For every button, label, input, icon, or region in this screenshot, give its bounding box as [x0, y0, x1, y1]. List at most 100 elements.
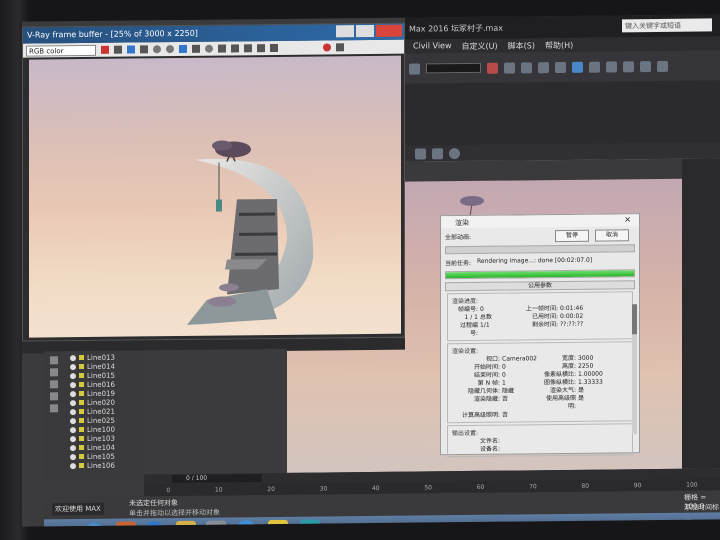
total-animation-label: 全部动画: — [445, 233, 472, 242]
visibility-icon[interactable] — [70, 426, 76, 433]
maximize-button[interactable] — [356, 24, 374, 38]
ribbon-icon[interactable] — [538, 61, 549, 73]
visibility-icon[interactable] — [70, 453, 76, 460]
total-progress-bar — [445, 244, 635, 255]
cancel-button[interactable]: 取消 — [595, 229, 629, 242]
render-icon[interactable] — [623, 60, 634, 72]
visibility-icon[interactable] — [70, 363, 76, 370]
channel-dropdown[interactable]: RGB color — [26, 44, 96, 57]
layer-icon[interactable] — [50, 404, 58, 413]
rendered-frame-icon[interactable] — [606, 60, 617, 73]
select-link-icon[interactable] — [409, 62, 420, 75]
track-mouse-icon[interactable] — [231, 44, 239, 53]
layer-manager-icon[interactable] — [521, 61, 532, 73]
vfb-title: V-Ray frame buffer - [25% of 3000 x 2250… — [27, 28, 198, 40]
vray-frame-buffer-window[interactable]: V-Ray frame buffer - [25% of 3000 x 2250… — [22, 22, 405, 342]
teapot-icon[interactable] — [640, 60, 651, 72]
curve-editor-icon[interactable] — [555, 61, 566, 73]
filter-icon[interactable] — [50, 368, 58, 377]
color-clamp-icon[interactable] — [166, 45, 174, 54]
mirror-icon[interactable] — [487, 62, 498, 74]
light-icon — [79, 391, 84, 397]
main-toolbar — [405, 50, 720, 84]
current-task-text: Rendering image...: done [00:02:07.0] — [477, 256, 593, 265]
menu-scripting[interactable]: 脚本(S) — [508, 40, 535, 50]
viewport-shading-icon[interactable] — [432, 147, 443, 159]
scroll-thumb[interactable] — [632, 304, 637, 335]
common-parameters-rollout[interactable]: 公用参数 — [445, 280, 635, 292]
light-icon — [79, 409, 84, 415]
light-icon — [79, 454, 84, 460]
duplicate-icon[interactable] — [218, 44, 226, 53]
progress-fill — [446, 270, 634, 279]
region-render-icon[interactable] — [244, 44, 252, 53]
load-icon[interactable] — [192, 44, 200, 53]
menu-help[interactable]: 帮助(H) — [545, 40, 573, 50]
render-last-icon[interactable] — [270, 43, 278, 53]
visibility-icon[interactable] — [70, 354, 76, 361]
light-icon — [79, 436, 84, 442]
light-icon — [79, 400, 84, 406]
sort-icon[interactable] — [50, 380, 58, 389]
current-task-label: 当前任务: — [445, 259, 472, 268]
clear-icon[interactable] — [205, 44, 213, 53]
left-viewport[interactable] — [144, 348, 287, 475]
light-icon — [79, 373, 84, 379]
rendered-image — [29, 55, 401, 338]
visibility-icon[interactable] — [70, 444, 76, 451]
menu-customize[interactable]: 自定义(U) — [462, 41, 498, 51]
help-icon[interactable] — [449, 147, 460, 159]
list-item[interactable]: Line106 — [44, 460, 144, 470]
find-icon[interactable] — [50, 392, 58, 401]
search-input[interactable]: 键入关键字或短语 — [622, 18, 712, 33]
visibility-icon[interactable] — [70, 381, 76, 388]
rendering-dialog[interactable]: 渲染 ✕ 暂停 取消 全部动画: 当前任务: Rendering image..… — [440, 213, 640, 458]
minimize-button[interactable] — [336, 25, 354, 38]
material-editor-icon[interactable] — [572, 61, 583, 73]
maxscript-listener[interactable]: 欢迎使用 MAX — [52, 502, 104, 516]
red-channel-icon[interactable] — [101, 45, 109, 54]
visibility-icon[interactable] — [70, 408, 76, 415]
visibility-icon[interactable] — [70, 372, 76, 379]
light-icon — [79, 382, 84, 388]
pause-button[interactable]: 暂停 — [555, 229, 589, 243]
green-channel-icon[interactable] — [114, 45, 122, 54]
selection-status: 未选定任何对象 — [129, 499, 178, 508]
frame-counter[interactable]: 0 / 100 — [172, 474, 262, 484]
selection-set-dropdown[interactable] — [426, 62, 481, 74]
menu-civil-view[interactable]: Civil View — [413, 41, 452, 51]
render-progress-group: 渲染进度: 帧编号: 0 上一帧时间: 0:01:46 1 / 1 总数 已用时间: 0:0… — [447, 291, 633, 342]
dialog-scrollbar[interactable] — [632, 304, 637, 435]
align-icon[interactable] — [504, 61, 515, 74]
alpha-channel-icon[interactable] — [140, 45, 148, 54]
save-icon[interactable] — [179, 44, 187, 54]
visibility-icon[interactable] — [70, 390, 76, 397]
visibility-icon[interactable] — [70, 462, 76, 469]
visibility-icon[interactable] — [70, 399, 76, 406]
light-icon — [79, 463, 84, 469]
max-title: Max 2016 坛冢村子.max — [409, 23, 503, 34]
blue-channel-icon[interactable] — [127, 45, 135, 54]
light-icon — [79, 418, 84, 424]
light-icon — [79, 355, 84, 361]
render-icon[interactable] — [336, 43, 344, 52]
screen: Max 2016 坛冢村子.max 键入关键字或短语 Civil View 自定… — [22, 14, 720, 527]
visibility-icon[interactable] — [70, 417, 76, 424]
light-icon — [79, 427, 84, 433]
close-button[interactable] — [376, 24, 402, 37]
render-settings-group: 渲染设置: 视口: Camera002 宽度: 3000 开始时间: 0 高度: 2250 … — [447, 341, 633, 424]
link-icon[interactable] — [257, 44, 265, 53]
task-progress-bar — [445, 269, 635, 280]
light-icon — [79, 445, 84, 451]
stop-render-icon[interactable] — [323, 43, 331, 52]
render-setup-icon[interactable] — [589, 61, 600, 73]
current-task: 当前任务: Rendering image...: done [00:02:07… — [441, 254, 639, 269]
render-online-icon[interactable] — [657, 60, 668, 72]
mono-icon[interactable] — [153, 45, 161, 54]
dialog-title: 渲染 — [455, 218, 469, 228]
visibility-icon[interactable] — [70, 435, 76, 442]
command-panel — [682, 158, 720, 469]
display-icon[interactable] — [50, 356, 58, 365]
viewport-menu-icon[interactable] — [415, 147, 426, 160]
close-icon[interactable]: ✕ — [624, 215, 631, 224]
